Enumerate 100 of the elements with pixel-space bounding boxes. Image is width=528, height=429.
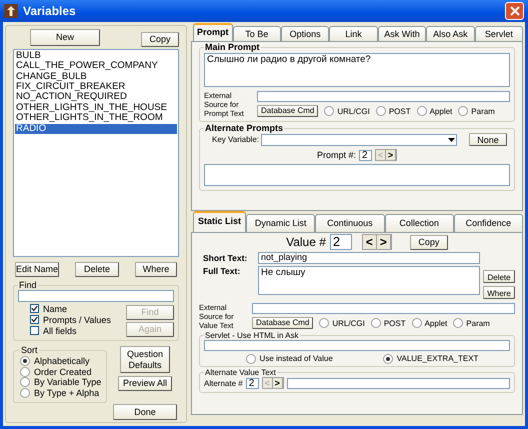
- variable-item[interactable]: CALL_THE_POWER_COMPANY: [15, 61, 177, 72]
- tab[interactable]: Collection: [384, 214, 454, 232]
- checkbox[interactable]: [30, 304, 39, 313]
- tab[interactable]: Dynamic List: [246, 214, 316, 232]
- full-text-field[interactable]: Не слышу: [258, 266, 480, 295]
- radio-label: POST: [384, 318, 406, 328]
- variable-item[interactable]: RADIO: [15, 124, 177, 134]
- tab[interactable]: To Be: [232, 26, 281, 41]
- servlet-html-field[interactable]: [204, 340, 510, 351]
- radio-button[interactable]: [453, 318, 464, 328]
- variable-item[interactable]: OTHER_LIGHTS_IN_THE_ROOM: [15, 113, 177, 124]
- checkbox-label: Prompts / Values: [43, 314, 111, 324]
- delete-button[interactable]: Delete: [483, 270, 515, 283]
- radio-button[interactable]: [412, 318, 422, 328]
- radio-button[interactable]: [370, 318, 381, 328]
- tab[interactable]: Prompt: [193, 23, 232, 41]
- value-label: Value #: [286, 235, 326, 249]
- radio-label: By Variable Type: [34, 377, 102, 388]
- copy-button[interactable]: Copy: [141, 32, 179, 48]
- radio-button[interactable]: [416, 106, 427, 116]
- alternate-value-field[interactable]: [286, 378, 510, 388]
- caret-icon: [448, 138, 454, 142]
- field-label: Key Variable:: [212, 135, 259, 144]
- radio-button[interactable]: [376, 106, 386, 116]
- checkbox-label: Name: [43, 304, 68, 314]
- preview-all-button[interactable]: Preview All: [118, 376, 172, 391]
- prompt-text-field[interactable]: Слышно ли радио в другой комнате?: [204, 53, 510, 87]
- radio-label: URL/CGI: [332, 318, 365, 328]
- radio-button[interactable]: [246, 354, 256, 364]
- radio-button[interactable]: [20, 388, 30, 398]
- database-cmd-button[interactable]: Database Cmd: [257, 105, 318, 117]
- radio-button[interactable]: [324, 106, 334, 116]
- tab[interactable]: Options: [280, 26, 330, 41]
- variable-item[interactable]: NO_ACTION_REQUIRED: [15, 92, 177, 103]
- external-source-field[interactable]: [257, 91, 510, 102]
- radio-label: Param: [466, 318, 490, 328]
- tab[interactable]: Also Ask: [426, 26, 475, 41]
- key-variable-dropdown[interactable]: [261, 134, 457, 146]
- group-title: Main Prompt: [204, 42, 261, 52]
- radio-label: URL/CGI: [337, 106, 370, 116]
- next-button[interactable]: >: [386, 150, 396, 160]
- alternate-prompt-field[interactable]: [204, 164, 510, 186]
- window-title: Variables: [23, 4, 77, 18]
- group-title: Sort: [20, 345, 39, 355]
- checkbox[interactable]: [30, 315, 39, 324]
- radio-label: VALUE_EXTRA_TEXT: [396, 354, 478, 363]
- field-label: Full Text:: [202, 266, 242, 276]
- field-label: Prompt #:: [316, 150, 356, 160]
- radio-label: Applet: [424, 318, 448, 328]
- field-label: Short Text:: [202, 253, 248, 263]
- database-cmd-button[interactable]: Database Cmd: [252, 317, 314, 329]
- short-text-field[interactable]: not_playing: [258, 252, 480, 264]
- next-button[interactable]: >: [272, 378, 283, 388]
- field-label: Alternate #: [204, 378, 243, 388]
- variable-item[interactable]: FIX_CIRCUIT_BREAKER: [15, 82, 177, 92]
- radio-button[interactable]: [20, 366, 30, 377]
- done-button[interactable]: Done: [113, 404, 177, 420]
- tab[interactable]: Ask With: [378, 26, 426, 41]
- variable-item[interactable]: OTHER_LIGHTS_IN_THE_HOUSE: [15, 102, 177, 114]
- action-button[interactable]: Delete: [75, 262, 119, 277]
- group-title: Servlet - Use HTML in Ask: [204, 331, 300, 340]
- radio-label: Use instead of Value: [260, 354, 333, 363]
- radio-button[interactable]: [319, 318, 330, 328]
- radio-button[interactable]: [382, 354, 393, 364]
- app-icon: [4, 4, 18, 18]
- where-button[interactable]: Where: [483, 286, 515, 299]
- variable-item[interactable]: BULB: [15, 50, 177, 62]
- tab[interactable]: Confidence: [454, 214, 524, 232]
- number-field[interactable]: 2: [359, 150, 372, 160]
- action-button[interactable]: Where: [135, 262, 177, 277]
- variable-item[interactable]: CHANGE_BULB: [15, 72, 177, 82]
- checkbox[interactable]: [30, 326, 39, 335]
- none-button[interactable]: None: [469, 133, 507, 146]
- radio-label: Param: [471, 106, 495, 116]
- group-title: Alternate Prompts: [204, 123, 284, 133]
- previous-button[interactable]: <: [362, 235, 377, 249]
- copy-button[interactable]: Copy: [410, 234, 448, 250]
- radio-label: Applet: [430, 106, 452, 116]
- close-icon: [510, 6, 520, 16]
- checkbox-label: All fields: [43, 326, 77, 336]
- number-field[interactable]: 2: [246, 378, 259, 388]
- radio-label: Alphabetically: [34, 356, 90, 366]
- group-title: Alternate Value Text: [204, 368, 277, 377]
- new-button[interactable]: New: [30, 29, 100, 46]
- tab[interactable]: Link: [329, 26, 378, 41]
- tab[interactable]: Static List: [193, 211, 246, 232]
- tab[interactable]: Servlet: [474, 26, 524, 41]
- find-field[interactable]: [18, 290, 174, 302]
- close-button[interactable]: [505, 2, 524, 20]
- action-button[interactable]: Edit Name: [15, 262, 59, 277]
- radio-button[interactable]: [458, 106, 468, 116]
- question-defaults-button[interactable]: Question Defaults: [120, 346, 170, 373]
- radio-button[interactable]: [20, 356, 30, 366]
- value-number-field[interactable]: 2: [330, 234, 352, 250]
- external-source-field[interactable]: [252, 303, 515, 314]
- radio-label: POST: [388, 106, 411, 116]
- tab[interactable]: Continuous: [315, 214, 385, 232]
- next-button[interactable]: >: [376, 235, 391, 249]
- radio-button[interactable]: [20, 377, 30, 388]
- radio-label: Order Created: [34, 366, 92, 377]
